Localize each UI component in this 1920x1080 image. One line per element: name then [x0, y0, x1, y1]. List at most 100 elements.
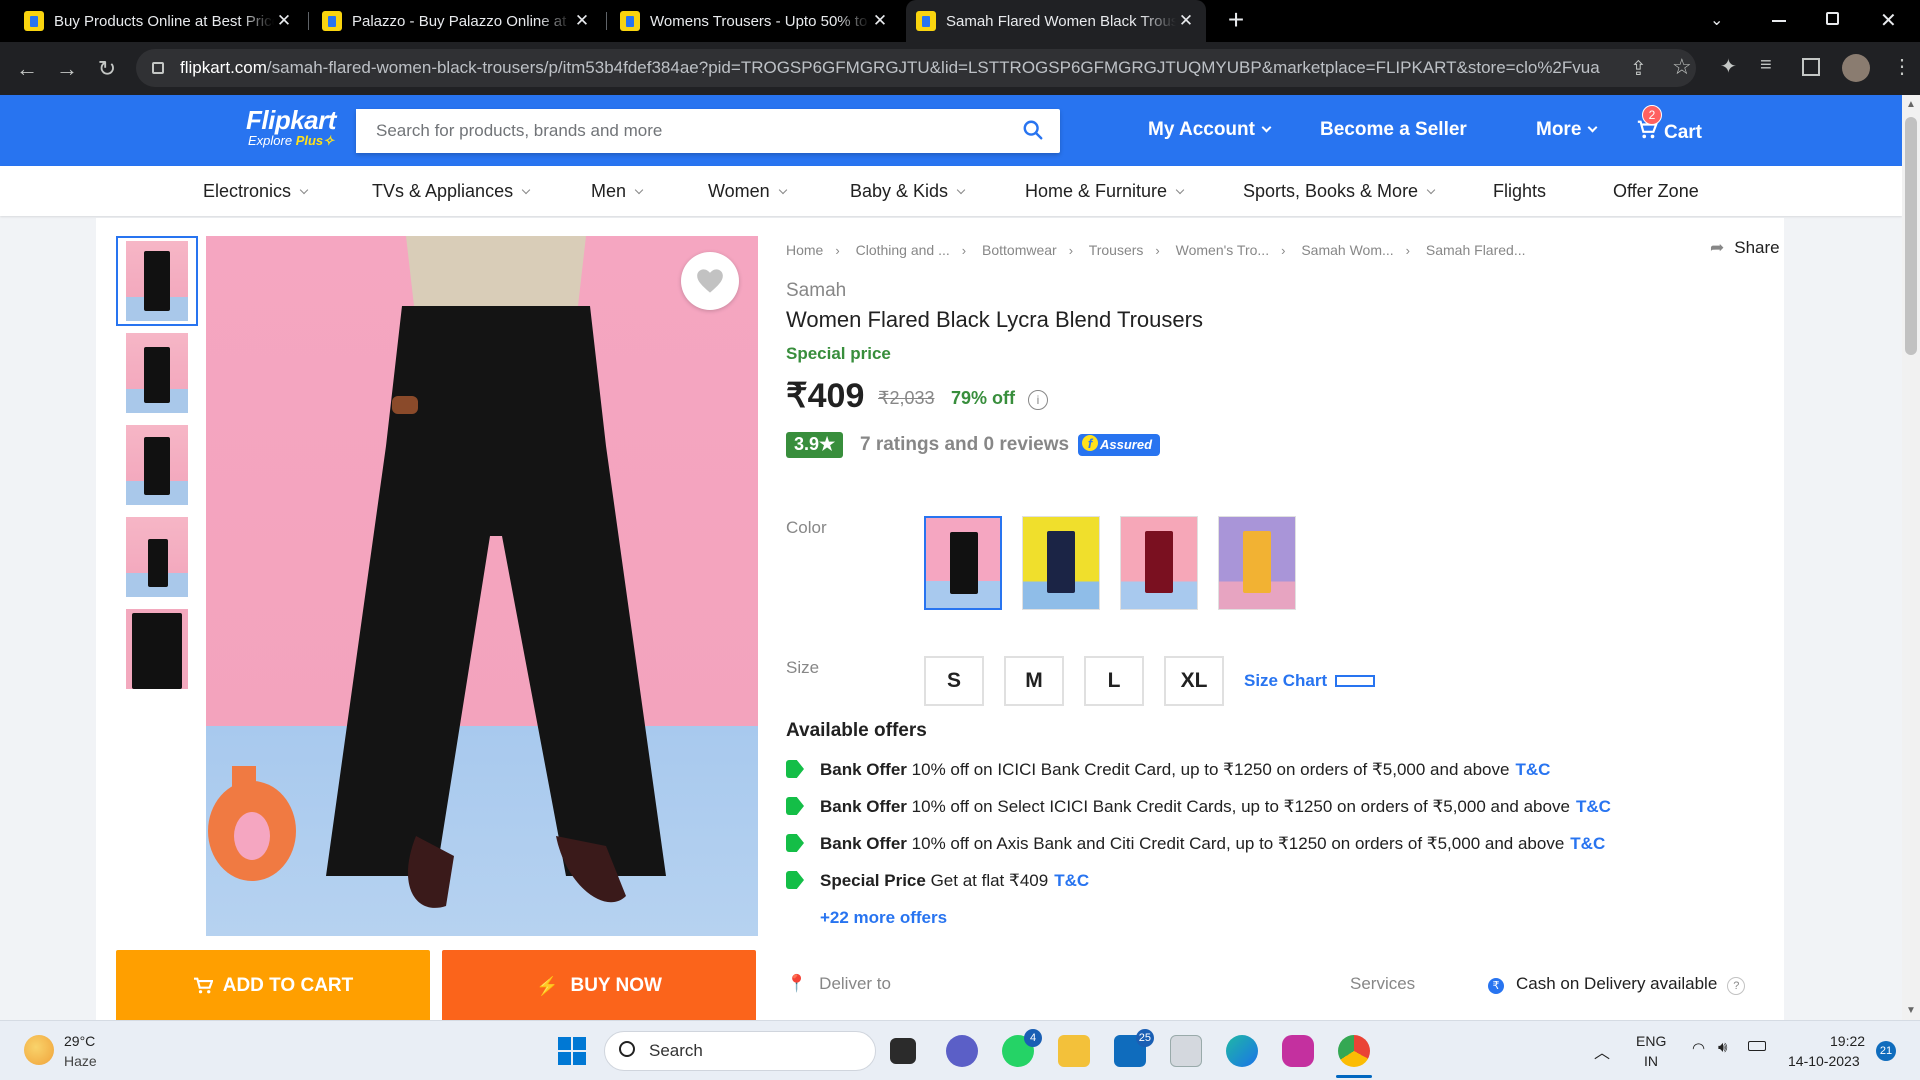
- terms-link[interactable]: T&C: [1515, 760, 1550, 779]
- wifi-icon[interactable]: ◠: [1692, 1039, 1705, 1057]
- breadcrumb-item[interactable]: Samah Flared...: [1426, 242, 1526, 258]
- extensions-puzzle-icon[interactable]: ✦: [1720, 54, 1737, 79]
- more-menu[interactable]: More: [1536, 119, 1598, 141]
- close-tab-icon[interactable]: ✕: [274, 11, 294, 31]
- scroll-down-icon[interactable]: ▼: [1906, 1005, 1916, 1016]
- size-option-l[interactable]: L: [1084, 656, 1144, 706]
- size-option-m[interactable]: M: [1004, 656, 1064, 706]
- product-thumbnail-3[interactable]: [116, 420, 198, 510]
- wishlist-button[interactable]: [681, 252, 739, 310]
- media-control-icon[interactable]: ≡: [1760, 54, 1772, 77]
- size-option-s[interactable]: S: [924, 656, 984, 706]
- close-tab-icon[interactable]: ✕: [870, 11, 890, 31]
- product-thumbnail-4[interactable]: [116, 512, 198, 602]
- color-swatch-black[interactable]: [924, 516, 1002, 610]
- share-button[interactable]: ➦ Share: [1710, 238, 1780, 258]
- product-thumbnail-2[interactable]: [116, 328, 198, 418]
- add-to-cart-button[interactable]: ADD TO CART: [116, 950, 430, 1022]
- chrome-icon[interactable]: [1338, 1035, 1370, 1067]
- category-women[interactable]: Women: [708, 181, 787, 202]
- size-chart-link[interactable]: Size Chart: [1244, 671, 1376, 691]
- clock-time[interactable]: 19:22: [1830, 1033, 1865, 1049]
- breadcrumb-item[interactable]: Samah Wom...: [1301, 242, 1393, 258]
- search-icon[interactable]: [1022, 119, 1044, 141]
- breadcrumb-item[interactable]: Home: [786, 242, 823, 258]
- color-swatch-maroon[interactable]: [1120, 516, 1198, 610]
- whatsapp-icon[interactable]: 4: [1002, 1029, 1042, 1067]
- teams-chat-icon[interactable]: [946, 1035, 978, 1067]
- side-panel-icon[interactable]: [1802, 58, 1820, 76]
- browser-tab-3[interactable]: Womens Trousers - Upto 50% to 8 ✕: [610, 0, 900, 42]
- ratings-reviews-count[interactable]: 7 ratings and 0 reviews: [860, 434, 1069, 456]
- weather-haze-icon[interactable]: [24, 1035, 54, 1065]
- chevron-up-icon[interactable]: ︿: [1594, 1039, 1610, 1063]
- minimize-icon[interactable]: [1772, 20, 1786, 22]
- share-page-icon[interactable]: ⇪: [1630, 56, 1647, 81]
- rating-badge[interactable]: 3.9★: [786, 432, 844, 458]
- product-thumbnail-5[interactable]: [116, 604, 198, 694]
- page-scrollbar[interactable]: ▲ ▼: [1902, 95, 1920, 1020]
- category-offer-zone[interactable]: Offer Zone: [1613, 181, 1699, 202]
- scroll-up-icon[interactable]: ▲: [1906, 99, 1916, 110]
- browser-tab-4-active[interactable]: Samah Flared Women Black Trous ✕: [906, 0, 1206, 42]
- become-seller-link[interactable]: Become a Seller: [1320, 119, 1467, 141]
- my-account-menu[interactable]: My Account: [1148, 119, 1272, 141]
- clock-date[interactable]: 14-10-2023: [1788, 1053, 1860, 1069]
- category-baby-kids[interactable]: Baby & Kids: [850, 181, 966, 202]
- mail-icon[interactable]: 25: [1114, 1029, 1154, 1067]
- category-sports-books[interactable]: Sports, Books & More: [1243, 181, 1436, 202]
- task-view-icon[interactable]: [890, 1038, 916, 1064]
- breadcrumb-item[interactable]: Clothing and ...: [856, 242, 950, 258]
- back-arrow-icon[interactable]: ←: [12, 54, 42, 84]
- buy-now-button[interactable]: ⚡ BUY NOW: [442, 950, 756, 1022]
- language-indicator[interactable]: ENG: [1636, 1033, 1666, 1049]
- windows-start-icon[interactable]: [556, 1035, 588, 1067]
- browser-tab-1[interactable]: Buy Products Online at Best Price ✕: [14, 0, 304, 42]
- reload-icon[interactable]: ↻: [92, 54, 122, 84]
- close-tab-icon[interactable]: ✕: [1176, 11, 1196, 31]
- browser-menu-icon[interactable]: ⋮: [1892, 54, 1912, 79]
- address-bar[interactable]: flipkart.com/samah-flared-women-black-tr…: [136, 49, 1696, 87]
- breadcrumb-item[interactable]: Women's Tro...: [1176, 242, 1269, 258]
- explore-plus-link[interactable]: Explore Plus✧: [248, 133, 334, 149]
- browser-tab-2[interactable]: Palazzo - Buy Palazzo Online at B ✕: [312, 0, 602, 42]
- terms-link[interactable]: T&C: [1576, 797, 1611, 816]
- edge-browser-icon[interactable]: [1226, 1035, 1258, 1067]
- product-thumbnail-1[interactable]: [116, 236, 198, 326]
- taskbar-search[interactable]: Search: [604, 1031, 876, 1071]
- product-main-image[interactable]: [206, 236, 758, 936]
- tab-search-chevron-icon[interactable]: ⌄: [1710, 10, 1723, 30]
- breadcrumb-item[interactable]: Bottomwear: [982, 242, 1057, 258]
- new-tab-icon[interactable]: +: [1222, 6, 1250, 34]
- help-icon[interactable]: ?: [1727, 977, 1746, 995]
- terms-link[interactable]: T&C: [1054, 871, 1089, 890]
- file-explorer-icon[interactable]: [1058, 1035, 1090, 1067]
- scrollbar-thumb[interactable]: [1905, 117, 1917, 355]
- info-icon[interactable]: i: [1028, 390, 1048, 410]
- close-window-icon[interactable]: ✕: [1880, 8, 1897, 33]
- more-offers-link[interactable]: +22 more offers: [820, 908, 947, 928]
- notepad-icon[interactable]: [1170, 1035, 1202, 1067]
- category-home-furniture[interactable]: Home & Furniture: [1025, 181, 1185, 202]
- close-tab-icon[interactable]: ✕: [572, 11, 592, 31]
- restore-window-icon[interactable]: [1826, 12, 1839, 25]
- category-tvs-appliances[interactable]: TVs & Appliances: [372, 181, 531, 202]
- color-swatch-navy[interactable]: [1022, 516, 1100, 610]
- color-swatch-mustard[interactable]: [1218, 516, 1296, 610]
- forward-arrow-icon[interactable]: →: [52, 54, 82, 84]
- search-input[interactable]: [356, 109, 996, 153]
- size-option-xl[interactable]: XL: [1164, 656, 1224, 706]
- notification-count-badge[interactable]: 21: [1876, 1041, 1896, 1061]
- bookmark-star-icon[interactable]: ☆: [1672, 54, 1692, 80]
- category-men[interactable]: Men: [591, 181, 644, 202]
- category-flights[interactable]: Flights: [1493, 181, 1546, 202]
- category-electronics[interactable]: Electronics: [203, 181, 309, 202]
- volume-icon[interactable]: 🔊︎: [1718, 1039, 1727, 1056]
- battery-icon[interactable]: [1748, 1041, 1766, 1051]
- wps-office-icon[interactable]: [1282, 1035, 1314, 1067]
- breadcrumb-item[interactable]: Trousers: [1089, 242, 1144, 258]
- flipkart-logo[interactable]: Flipkart: [246, 105, 336, 136]
- terms-link[interactable]: T&C: [1570, 834, 1605, 853]
- weather-temp[interactable]: 29°C: [64, 1033, 95, 1049]
- profile-avatar[interactable]: [1842, 54, 1870, 82]
